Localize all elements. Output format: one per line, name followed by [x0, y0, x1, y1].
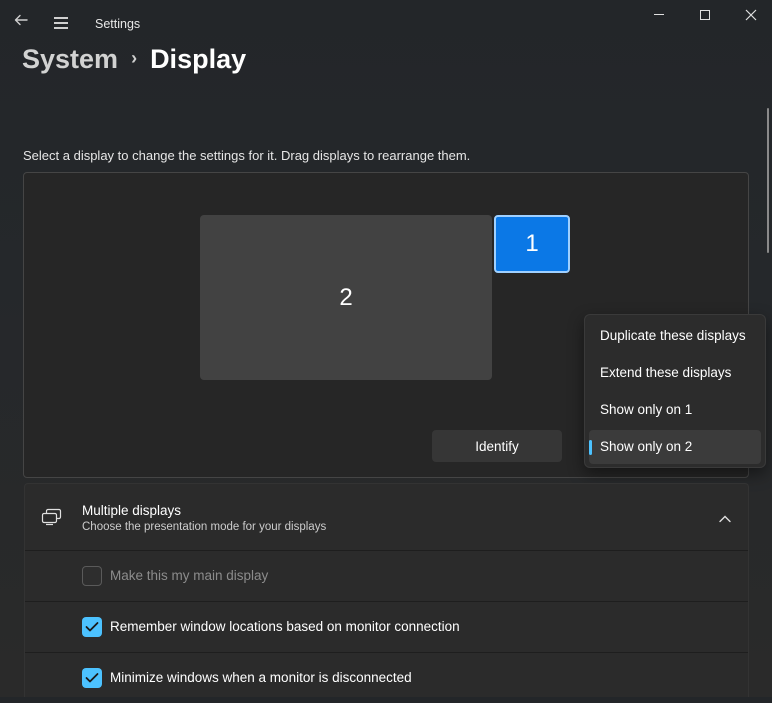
option-row-remember-windows: Remember window locations based on monit… [25, 601, 748, 652]
option-label: Make this my main display [110, 568, 269, 583]
hamburger-menu-icon[interactable] [51, 12, 73, 34]
checkmark-icon [85, 673, 99, 683]
menu-item-extend[interactable]: Extend these displays [589, 356, 761, 390]
breadcrumb: System › Display [22, 44, 246, 84]
close-icon [745, 9, 757, 21]
menu-item-show-only-1[interactable]: Show only on 1 [589, 393, 761, 427]
menu-item-show-only-2[interactable]: Show only on 2 [589, 430, 761, 464]
section-subtitle: Choose the presentation mode for your di… [82, 521, 327, 533]
option-label: Minimize windows when a monitor is disco… [110, 670, 412, 685]
back-arrow-icon[interactable] [10, 12, 32, 34]
display-instruction: Select a display to change the settings … [23, 148, 471, 163]
page-title: Display [150, 44, 247, 74]
checkmark-icon [85, 622, 99, 632]
multiple-displays-icon [41, 508, 63, 531]
remember-windows-checkbox[interactable] [82, 617, 102, 637]
title-bar: Settings [0, 0, 772, 46]
option-label: Remember window locations based on monit… [110, 619, 460, 634]
scrollbar[interactable] [767, 108, 769, 253]
main-display-checkbox[interactable] [82, 566, 102, 586]
menu-item-duplicate[interactable]: Duplicate these displays [589, 319, 761, 353]
maximize-button[interactable] [688, 4, 722, 26]
option-row-minimize-windows: Minimize windows when a monitor is disco… [25, 652, 748, 703]
monitor-2[interactable]: 2 [200, 215, 492, 380]
selection-indicator [589, 440, 592, 455]
breadcrumb-system[interactable]: System [22, 44, 118, 74]
option-row-main-display: Make this my main display [25, 550, 748, 601]
chevron-up-icon[interactable] [718, 511, 732, 529]
identify-button[interactable]: Identify [432, 430, 562, 462]
menu-item-label: Show only on 2 [600, 439, 693, 454]
section-title: Multiple displays [82, 503, 182, 518]
monitor-1[interactable]: 1 [494, 215, 570, 273]
multiple-displays-header[interactable]: Multiple displays Choose the presentatio… [25, 484, 748, 550]
projection-mode-menu: Duplicate these displays Extend these di… [584, 314, 766, 468]
minimize-button[interactable] [642, 4, 676, 26]
multiple-displays-section: Multiple displays Choose the presentatio… [24, 483, 749, 697]
chevron-right-icon: › [131, 48, 138, 68]
minimize-windows-checkbox[interactable] [82, 668, 102, 688]
window-title: Settings [95, 17, 141, 31]
close-button[interactable] [734, 4, 768, 26]
